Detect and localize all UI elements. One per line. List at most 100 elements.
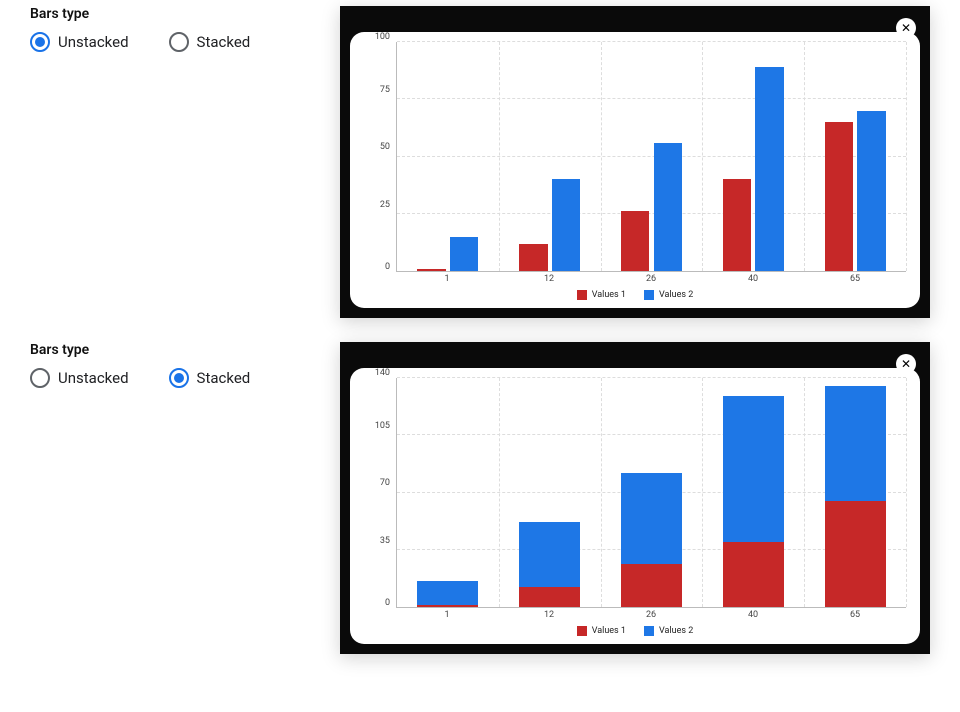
seg-values2 (417, 581, 478, 606)
bar-group (702, 378, 804, 607)
x-tick: 26 (646, 274, 656, 284)
chart-plot-area: 0 25 50 75 100 (364, 42, 906, 272)
x-tick: 40 (748, 274, 758, 284)
seg-values1 (417, 605, 478, 607)
seg-values2 (519, 522, 580, 587)
bar-group (397, 42, 499, 271)
bar-values2 (857, 111, 886, 271)
seg-values2 (825, 386, 886, 501)
close-icon: ✕ (901, 22, 911, 34)
bar-values1 (519, 244, 548, 271)
legend-item-values1: Values 1 (577, 290, 626, 300)
y-tick: 75 (380, 85, 390, 95)
bar-group (499, 42, 601, 271)
controls-title: Bars type (30, 6, 310, 22)
legend-item-values2: Values 2 (644, 626, 693, 636)
legend: Values 1 Values 2 (364, 290, 906, 300)
bar-group (601, 378, 703, 607)
radio-stacked[interactable]: Stacked (169, 368, 251, 388)
radio-icon (30, 368, 50, 388)
legend-item-values1: Values 1 (577, 626, 626, 636)
example-row-stacked: Bars type Unstacked Stacked ✕ 0 35 70 10… (0, 336, 960, 672)
legend-text: Values 1 (592, 626, 626, 636)
radio-icon (169, 32, 189, 52)
chart-card: 0 35 70 105 140 (350, 368, 920, 644)
radio-stacked[interactable]: Stacked (169, 32, 251, 52)
y-tick: 50 (380, 142, 390, 152)
bar-values1 (417, 269, 446, 271)
radio-label: Unstacked (58, 369, 129, 387)
bar-group (499, 378, 601, 607)
legend: Values 1 Values 2 (364, 626, 906, 636)
bars-container (397, 378, 906, 607)
seg-values1 (519, 587, 580, 607)
radio-unstacked[interactable]: Unstacked (30, 32, 129, 52)
y-axis: 0 35 70 105 140 (364, 378, 396, 608)
gridline (906, 378, 907, 607)
bar-group (601, 42, 703, 271)
x-tick: 12 (544, 274, 554, 284)
radio-label: Unstacked (58, 33, 129, 51)
bar-values1 (825, 122, 854, 271)
seg-values2 (621, 473, 682, 565)
controls-title: Bars type (30, 342, 310, 358)
y-tick: 100 (375, 32, 390, 42)
plot (396, 42, 906, 272)
radio-label: Stacked (197, 33, 251, 51)
legend-text: Values 2 (659, 626, 693, 636)
y-tick: 70 (380, 478, 390, 488)
y-tick: 140 (375, 368, 390, 378)
close-button[interactable]: ✕ (896, 354, 916, 374)
radio-icon (30, 32, 50, 52)
radio-icon (169, 368, 189, 388)
x-tick: 1 (444, 274, 449, 284)
x-tick: 26 (646, 610, 656, 620)
chart-panel: ✕ 0 35 70 105 140 (340, 342, 930, 654)
legend-swatch-icon (577, 626, 587, 636)
legend-swatch-icon (644, 626, 654, 636)
y-tick: 0 (385, 598, 390, 608)
bar-values1 (621, 211, 650, 271)
radio-group: Unstacked Stacked (30, 32, 310, 52)
gridline (906, 42, 907, 271)
seg-values1 (723, 542, 784, 607)
legend-swatch-icon (577, 290, 587, 300)
chart-plot-area: 0 35 70 105 140 (364, 378, 906, 608)
bar-values1 (723, 179, 752, 271)
x-tick: 12 (544, 610, 554, 620)
plot (396, 378, 906, 608)
x-tick: 65 (850, 610, 860, 620)
y-tick: 105 (375, 421, 390, 431)
bar-group (804, 42, 906, 271)
y-tick: 25 (380, 200, 390, 210)
x-axis: 1 12 26 40 65 (396, 608, 906, 624)
chart-panel: ✕ 0 25 50 75 100 (340, 6, 930, 318)
bar-values2 (654, 143, 683, 271)
seg-values1 (621, 564, 682, 607)
bar-values2 (552, 179, 581, 271)
radio-unstacked[interactable]: Unstacked (30, 368, 129, 388)
seg-values2 (723, 396, 784, 542)
y-axis: 0 25 50 75 100 (364, 42, 396, 272)
bars-container (397, 42, 906, 271)
legend-text: Values 2 (659, 290, 693, 300)
bar-values2 (755, 67, 784, 271)
radio-label: Stacked (197, 369, 251, 387)
y-tick: 0 (385, 262, 390, 272)
close-icon: ✕ (901, 358, 911, 370)
radio-group: Unstacked Stacked (30, 368, 310, 388)
x-tick: 40 (748, 610, 758, 620)
y-tick: 35 (380, 536, 390, 546)
legend-swatch-icon (644, 290, 654, 300)
bar-group (804, 378, 906, 607)
example-row-unstacked: Bars type Unstacked Stacked ✕ 0 25 50 75… (0, 0, 960, 336)
bar-group (702, 42, 804, 271)
close-button[interactable]: ✕ (896, 18, 916, 38)
bars-type-control: Bars type Unstacked Stacked (30, 342, 310, 388)
x-tick: 1 (444, 610, 449, 620)
legend-text: Values 1 (592, 290, 626, 300)
legend-item-values2: Values 2 (644, 290, 693, 300)
x-axis: 1 12 26 40 65 (396, 272, 906, 288)
bar-values2 (450, 237, 479, 271)
seg-values1 (825, 501, 886, 607)
